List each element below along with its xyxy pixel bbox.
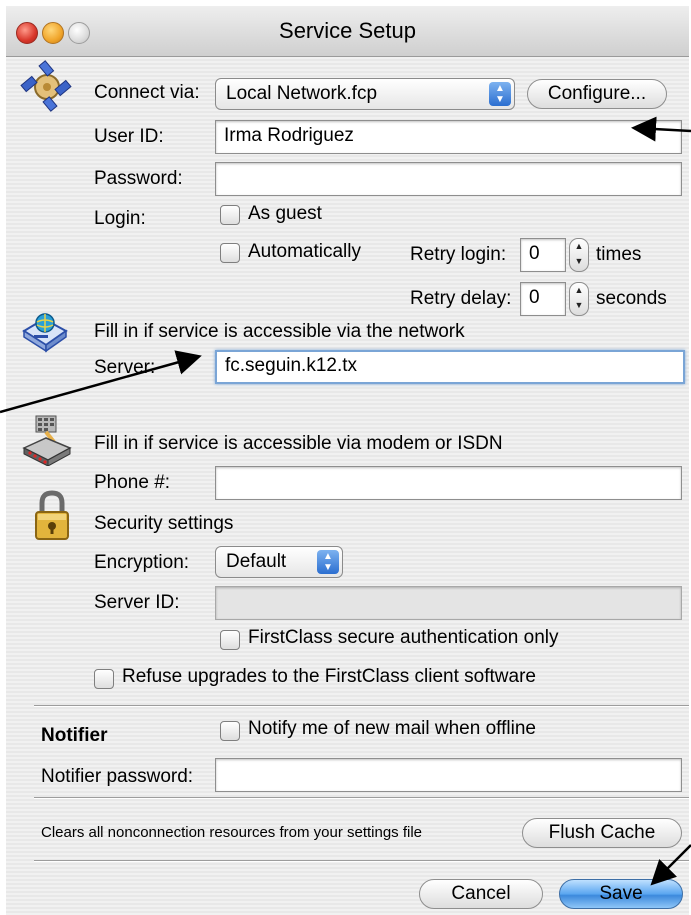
arrow-to-user-id [631, 116, 691, 142]
arrow-to-server [0, 350, 202, 414]
arrow-to-save [650, 844, 691, 886]
annotation-arrows [0, 116, 691, 886]
